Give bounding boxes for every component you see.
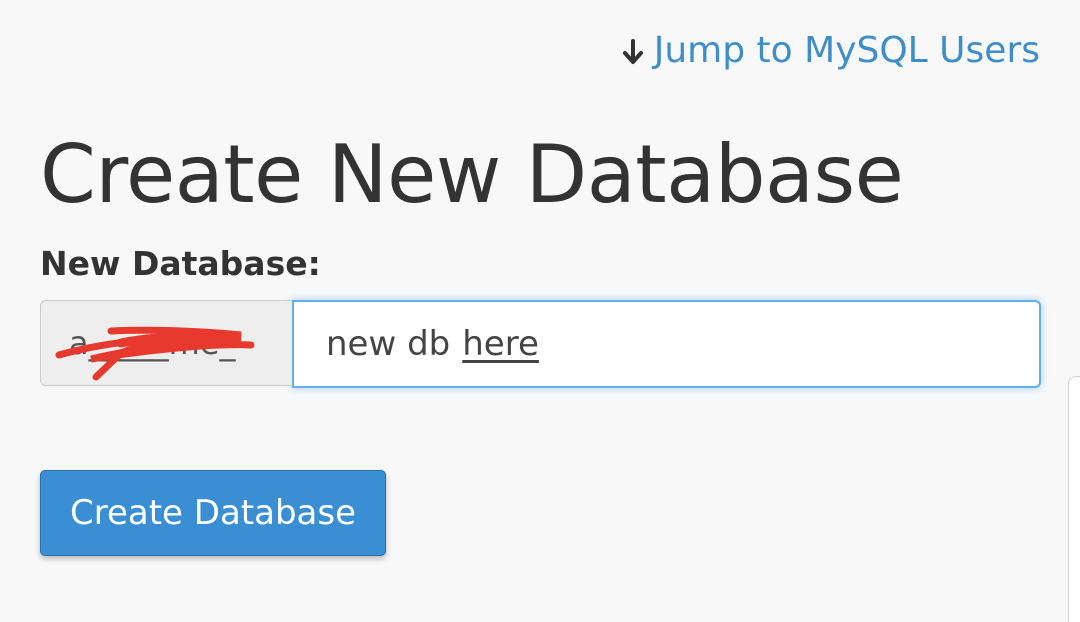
create-database-page: Jump to MySQL Users Create New Database …	[0, 0, 1080, 622]
database-prefix-addon: a_____me_	[40, 300, 292, 386]
input-value-underlined: here	[462, 324, 539, 364]
page-title: Create New Database	[40, 128, 904, 221]
new-database-label: New Database:	[40, 244, 321, 283]
edge-panel	[1068, 376, 1080, 622]
input-value-text: new db	[326, 324, 451, 364]
jump-link-label: Jump to MySQL Users	[653, 30, 1040, 71]
new-database-input-group: a_____me_ new db here	[40, 300, 1041, 388]
create-database-button[interactable]: Create Database	[40, 470, 386, 556]
arrow-down-icon	[622, 38, 643, 64]
new-database-input[interactable]: new db here	[292, 300, 1041, 388]
redaction-scribble	[55, 326, 255, 381]
jump-to-mysql-users-link[interactable]: Jump to MySQL Users	[620, 30, 1040, 71]
